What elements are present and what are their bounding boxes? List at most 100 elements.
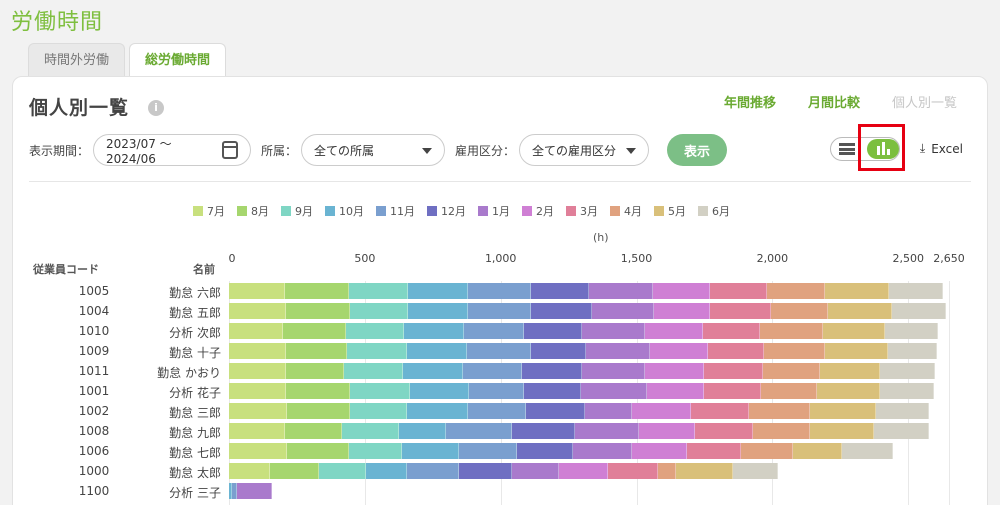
bar-segment[interactable] — [229, 463, 270, 479]
bar-segment[interactable] — [582, 323, 645, 339]
bar-segment[interactable] — [825, 343, 888, 359]
view-monthly-compare[interactable]: 月間比較 — [808, 92, 860, 111]
legend-item[interactable]: 10月 — [325, 203, 364, 219]
bar-segment[interactable] — [286, 343, 348, 359]
tab-total-hours[interactable]: 総労働時間 — [129, 43, 227, 77]
employment-select[interactable]: 全ての雇用区分 — [519, 134, 650, 166]
bar-segment[interactable] — [286, 303, 350, 319]
legend-item[interactable]: 2月 — [522, 203, 554, 219]
bar-segment[interactable] — [349, 403, 407, 419]
bar-segment[interactable] — [406, 343, 467, 359]
bar-segment[interactable] — [237, 483, 273, 499]
stacked-bar[interactable] — [229, 463, 778, 479]
tab-overtime[interactable]: 時間外労働 — [28, 43, 126, 77]
bar-segment[interactable] — [652, 283, 710, 299]
bar-segment[interactable] — [708, 343, 765, 359]
bar-segment[interactable] — [764, 343, 826, 359]
bar-segment[interactable] — [650, 343, 709, 359]
bar-segment[interactable] — [229, 383, 287, 399]
stacked-bar[interactable] — [229, 343, 937, 359]
bar-segment[interactable] — [468, 283, 531, 299]
stacked-bar[interactable] — [229, 383, 934, 399]
bar-segment[interactable] — [530, 343, 587, 359]
calendar-icon[interactable] — [221, 141, 239, 159]
bar-segment[interactable] — [229, 443, 288, 459]
bar-segment[interactable] — [530, 283, 589, 299]
bar-segment[interactable] — [283, 323, 346, 339]
bar-segment[interactable] — [523, 383, 581, 399]
bar-segment[interactable] — [286, 363, 345, 379]
bar-segment[interactable] — [408, 303, 469, 319]
bar-segment[interactable] — [885, 323, 939, 339]
legend-item[interactable]: 11月 — [376, 203, 415, 219]
bar-segment[interactable] — [458, 443, 517, 459]
bar-segment[interactable] — [409, 383, 470, 399]
period-field[interactable]: 2023/07 〜 2024/06 — [93, 134, 252, 166]
bar-segment[interactable] — [817, 383, 880, 399]
bar-segment[interactable] — [406, 403, 469, 419]
bar-segment[interactable] — [229, 283, 285, 299]
bar-segment[interactable] — [347, 343, 407, 359]
bar-segment[interactable] — [841, 443, 894, 459]
bar-segment[interactable] — [658, 463, 676, 479]
bar-segment[interactable] — [675, 463, 733, 479]
bar-segment[interactable] — [406, 463, 459, 479]
bar-segment[interactable] — [345, 323, 405, 339]
legend-item[interactable]: 4月 — [610, 203, 642, 219]
bar-segment[interactable] — [408, 283, 469, 299]
bar-segment[interactable] — [762, 363, 820, 379]
bar-segment[interactable] — [889, 283, 944, 299]
view-annual-trend[interactable]: 年間推移 — [724, 92, 776, 111]
stacked-bar[interactable] — [229, 423, 929, 439]
legend-item[interactable]: 5月 — [654, 203, 686, 219]
bar-segment[interactable] — [284, 423, 342, 439]
bar-segment[interactable] — [229, 363, 287, 379]
bar-segment[interactable] — [466, 343, 531, 359]
bar-segment[interactable] — [875, 403, 929, 419]
bar-segment[interactable] — [229, 303, 287, 319]
bar-segment[interactable] — [287, 403, 350, 419]
bar-segment[interactable] — [810, 423, 875, 439]
bar-segment[interactable] — [694, 423, 754, 439]
bar-segment[interactable] — [348, 443, 402, 459]
bar-segment[interactable] — [401, 443, 459, 459]
bar-segment[interactable] — [792, 443, 842, 459]
bar-segment[interactable] — [229, 323, 284, 339]
bar-segment[interactable] — [879, 363, 936, 379]
bar-segment[interactable] — [286, 383, 350, 399]
bar-segment[interactable] — [749, 403, 811, 419]
dept-select[interactable]: 全ての所属 — [301, 134, 446, 166]
bar-segment[interactable] — [526, 403, 585, 419]
bar-segment[interactable] — [704, 383, 762, 399]
bar-segment[interactable] — [770, 303, 829, 319]
bar-segment[interactable] — [874, 423, 929, 439]
bar-segment[interactable] — [269, 463, 319, 479]
bar-segment[interactable] — [584, 403, 633, 419]
info-icon[interactable]: i — [148, 100, 164, 116]
bar-segment[interactable] — [703, 323, 761, 339]
bar-segment[interactable] — [686, 443, 742, 459]
bar-segment[interactable] — [588, 283, 653, 299]
bar-segment[interactable] — [463, 323, 524, 339]
bar-segment[interactable] — [647, 383, 705, 399]
legend-item[interactable]: 8月 — [237, 203, 269, 219]
legend-item[interactable]: 3月 — [566, 203, 598, 219]
bar-segment[interactable] — [516, 443, 573, 459]
bar-segment[interactable] — [287, 443, 349, 459]
bar-segment[interactable] — [229, 343, 287, 359]
bar-segment[interactable] — [766, 283, 826, 299]
bar-segment[interactable] — [582, 363, 645, 379]
stacked-bar[interactable] — [229, 303, 947, 319]
bar-segment[interactable] — [580, 383, 648, 399]
legend-item[interactable]: 7月 — [193, 203, 225, 219]
bar-segment[interactable] — [575, 423, 640, 439]
bar-segment[interactable] — [760, 323, 823, 339]
list-icon[interactable] — [839, 143, 855, 155]
bar-segment[interactable] — [284, 283, 349, 299]
bar-segment[interactable] — [753, 423, 811, 439]
bar-segment[interactable] — [511, 423, 576, 439]
bar-segment[interactable] — [349, 303, 409, 319]
bar-segment[interactable] — [511, 463, 560, 479]
bar-segment[interactable] — [458, 463, 512, 479]
bar-segment[interactable] — [732, 463, 778, 479]
